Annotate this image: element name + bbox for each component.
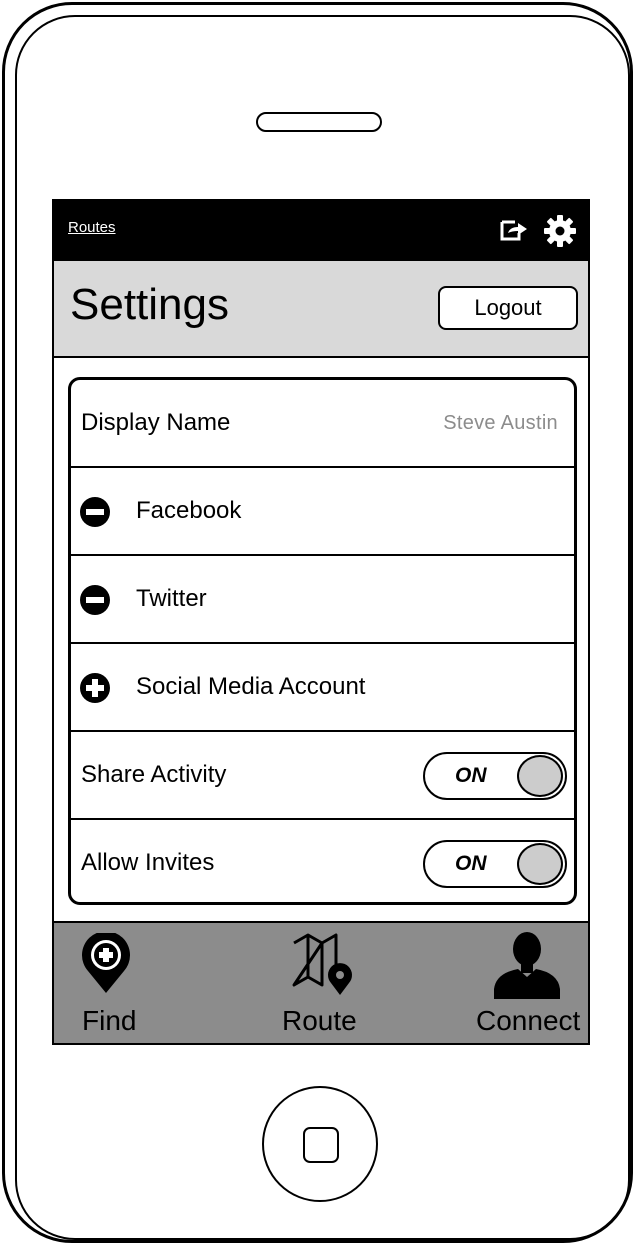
share-icon[interactable] bbox=[499, 218, 529, 242]
share-activity-row: Share Activity ON bbox=[71, 732, 574, 820]
title-bar: Settings Logout bbox=[54, 261, 588, 358]
share-activity-toggle[interactable]: ON bbox=[423, 752, 567, 800]
tab-label: Connect bbox=[476, 1005, 581, 1036]
settings-list: Display Name Steve Austin Facebook Twitt… bbox=[68, 377, 577, 905]
allow-invites-label: Allow Invites bbox=[81, 849, 215, 876]
toggle-knob bbox=[517, 755, 563, 797]
tab-route[interactable]: Route bbox=[254, 923, 394, 1043]
allow-invites-row: Allow Invites ON bbox=[71, 820, 574, 902]
add-account-row[interactable]: Social Media Account bbox=[71, 644, 574, 732]
account-row-twitter: Twitter bbox=[71, 556, 574, 644]
tab-label: Find bbox=[82, 1005, 137, 1036]
account-row-facebook: Facebook bbox=[71, 468, 574, 556]
map-route-icon bbox=[292, 933, 352, 995]
add-circle-icon[interactable] bbox=[80, 673, 110, 703]
account-label: Twitter bbox=[136, 585, 207, 612]
map-pin-plus-icon bbox=[82, 933, 130, 993]
gear-icon[interactable] bbox=[543, 214, 577, 248]
display-name-label: Display Name bbox=[81, 409, 231, 436]
remove-circle-icon[interactable] bbox=[80, 497, 110, 527]
tab-label: Route bbox=[282, 1005, 357, 1036]
home-button[interactable] bbox=[262, 1086, 378, 1202]
remove-circle-icon[interactable] bbox=[80, 585, 110, 615]
status-bar: Routes bbox=[54, 201, 588, 261]
phone-speaker bbox=[256, 112, 382, 132]
share-activity-label: Share Activity bbox=[81, 761, 227, 788]
tab-bar: Find Route Connect bbox=[54, 921, 588, 1043]
display-name-value[interactable]: Steve Austin bbox=[443, 380, 558, 466]
toggle-state-text: ON bbox=[455, 852, 487, 875]
tab-find[interactable]: Find bbox=[54, 923, 214, 1043]
toggle-knob bbox=[517, 843, 563, 885]
home-button-square-icon bbox=[303, 1127, 339, 1163]
logout-button[interactable]: Logout bbox=[438, 286, 578, 330]
phone-screen: Routes Settings Logout Display Name Stev… bbox=[52, 199, 590, 1045]
routes-back-link[interactable]: Routes bbox=[68, 219, 116, 236]
account-label: Facebook bbox=[136, 497, 242, 524]
display-name-row[interactable]: Display Name Steve Austin bbox=[71, 380, 574, 468]
toggle-state-text: ON bbox=[455, 764, 487, 787]
allow-invites-toggle[interactable]: ON bbox=[423, 840, 567, 888]
account-label: Social Media Account bbox=[136, 673, 366, 700]
person-icon bbox=[494, 932, 560, 999]
tab-connect[interactable]: Connect bbox=[454, 923, 588, 1043]
page-title: Settings bbox=[70, 280, 229, 329]
